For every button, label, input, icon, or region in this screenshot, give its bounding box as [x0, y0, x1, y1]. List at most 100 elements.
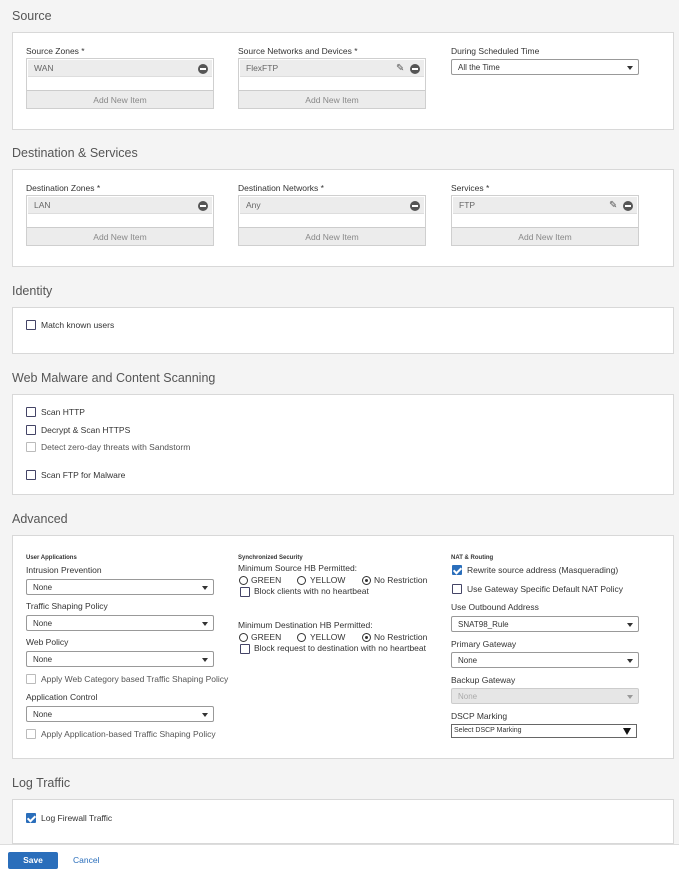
src-yellow-label: YELLOW: [310, 575, 346, 585]
log-panel: Log Firewall Traffic: [12, 799, 674, 844]
gateway-nat-checkbox[interactable]: [452, 584, 462, 594]
app-shaping-label: Apply Application-based Traffic Shaping …: [41, 729, 216, 739]
destination-network-item-label: Any: [246, 200, 261, 210]
destination-networks-label: Destination Networks *: [238, 183, 324, 193]
block-clients-label: Block clients with no heartbeat: [254, 586, 369, 596]
destination-networks-add-button[interactable]: Add New Item: [239, 227, 425, 245]
traffic-shaping-select[interactable]: None: [26, 615, 214, 631]
scan-http-checkbox[interactable]: [26, 407, 36, 417]
log-section-title: Log Traffic: [12, 776, 71, 790]
rewrite-source-label: Rewrite source address (Masquerading): [467, 565, 619, 575]
outbound-address-select[interactable]: SNAT98_Rule: [451, 616, 639, 632]
src-yellow-radio[interactable]: [297, 576, 306, 585]
outbound-address-value: SNAT98_Rule: [458, 620, 509, 629]
destination-zones-add-button[interactable]: Add New Item: [27, 227, 213, 245]
zero-day-checkbox[interactable]: [26, 442, 36, 452]
pencil-icon[interactable]: ✎: [396, 63, 407, 74]
chevron-down-icon: [202, 586, 208, 590]
outbound-address-label: Use Outbound Address: [451, 602, 539, 612]
src-no-restriction-radio[interactable]: [362, 576, 371, 585]
block-dest-checkbox[interactable]: [240, 644, 250, 654]
schedule-value: All the Time: [458, 63, 500, 72]
decrypt-https-checkbox[interactable]: [26, 425, 36, 435]
destination-network-item: Any: [240, 197, 424, 214]
remove-icon[interactable]: [410, 64, 420, 74]
log-firewall-checkbox[interactable]: [26, 813, 36, 823]
schedule-label: During Scheduled Time: [451, 46, 540, 56]
traffic-shaping-label: Traffic Shaping Policy: [26, 601, 108, 611]
web-policy-label: Web Policy: [26, 637, 69, 647]
chevron-down-icon: [202, 658, 208, 662]
dst-no-restriction-label: No Restriction: [374, 632, 428, 642]
malware-section-title: Web Malware and Content Scanning: [12, 371, 216, 385]
min-source-hb-label: Minimum Source HB Permitted:: [238, 563, 358, 573]
source-zone-item-label: WAN: [34, 63, 54, 73]
zero-day-label: Detect zero-day threats with Sandstorm: [41, 442, 191, 452]
destination-section-title: Destination & Services: [12, 146, 138, 160]
chevron-down-icon: [202, 713, 208, 717]
app-control-select[interactable]: None: [26, 706, 214, 722]
src-no-restriction-label: No Restriction: [374, 575, 428, 585]
source-zones-label: Source Zones *: [26, 46, 85, 56]
web-policy-select[interactable]: None: [26, 651, 214, 667]
rewrite-source-checkbox[interactable]: [452, 565, 462, 575]
save-button[interactable]: Save: [8, 852, 58, 869]
block-dest-label: Block request to destination with no hea…: [254, 643, 426, 653]
backup-gateway-select[interactable]: None: [451, 688, 639, 704]
source-zones-add-button[interactable]: Add New Item: [27, 90, 213, 108]
source-panel: Source Zones * WAN Add New Item Source N…: [12, 32, 674, 130]
primary-gateway-select[interactable]: None: [451, 652, 639, 668]
source-networks-add-button[interactable]: Add New Item: [239, 90, 425, 108]
destination-zones-label: Destination Zones *: [26, 183, 101, 193]
service-item: FTP ✎: [453, 197, 637, 214]
ips-label: Intrusion Prevention: [26, 565, 102, 575]
user-applications-heading: User Applications: [26, 555, 77, 561]
primary-gateway-label: Primary Gateway: [451, 639, 517, 649]
primary-gateway-value: None: [458, 656, 478, 665]
scan-ftp-checkbox[interactable]: [26, 470, 36, 480]
dst-green-radio[interactable]: [239, 633, 248, 642]
service-item-label: FTP: [459, 200, 476, 210]
chevron-down-icon: [627, 66, 633, 70]
app-shaping-checkbox[interactable]: [26, 729, 36, 739]
services-list: FTP ✎ Add New Item: [451, 195, 639, 246]
destination-zone-item-label: LAN: [34, 200, 51, 210]
dscp-label: DSCP Marking: [451, 711, 508, 721]
destination-zone-item: LAN: [28, 197, 212, 214]
pencil-icon[interactable]: ✎: [609, 200, 620, 211]
sync-security-heading: Synchronized Security: [238, 555, 303, 561]
web-policy-value: None: [33, 655, 53, 664]
dst-yellow-radio[interactable]: [297, 633, 306, 642]
ips-value: None: [33, 583, 53, 592]
footer-bar: Save Cancel: [0, 844, 679, 872]
scan-ftp-label: Scan FTP for Malware: [41, 470, 126, 480]
block-clients-checkbox[interactable]: [240, 587, 250, 597]
schedule-select[interactable]: All the Time: [451, 59, 639, 75]
remove-icon[interactable]: [198, 64, 208, 74]
dst-yellow-label: YELLOW: [310, 632, 346, 642]
source-networks-list: FlexFTP ✎ Add New Item: [238, 58, 426, 109]
scan-http-label: Scan HTTP: [41, 407, 85, 417]
gateway-nat-label: Use Gateway Specific Default NAT Policy: [467, 584, 624, 594]
triangle-down-icon: [623, 728, 631, 735]
ips-select[interactable]: None: [26, 579, 214, 595]
match-known-users-checkbox[interactable]: [26, 320, 36, 330]
backup-gateway-value: None: [458, 692, 478, 701]
dscp-select[interactable]: Select DSCP Marking: [451, 724, 637, 738]
source-section-title: Source: [12, 9, 52, 23]
remove-icon[interactable]: [410, 201, 420, 211]
min-dest-hb-label: Minimum Destination HB Permitted:: [238, 620, 373, 630]
src-green-radio[interactable]: [239, 576, 248, 585]
source-zone-item: WAN: [28, 60, 212, 77]
dscp-value: Select DSCP Marking: [454, 727, 522, 734]
cancel-link[interactable]: Cancel: [73, 855, 99, 865]
web-category-shaping-checkbox[interactable]: [26, 674, 36, 684]
dst-green-label: GREEN: [251, 632, 282, 642]
remove-icon[interactable]: [198, 201, 208, 211]
advanced-section-title: Advanced: [12, 512, 68, 526]
nat-routing-heading: NAT & Routing: [451, 555, 494, 561]
remove-icon[interactable]: [623, 201, 633, 211]
app-control-label: Application Control: [26, 692, 98, 702]
services-add-button[interactable]: Add New Item: [452, 227, 638, 245]
dst-no-restriction-radio[interactable]: [362, 633, 371, 642]
